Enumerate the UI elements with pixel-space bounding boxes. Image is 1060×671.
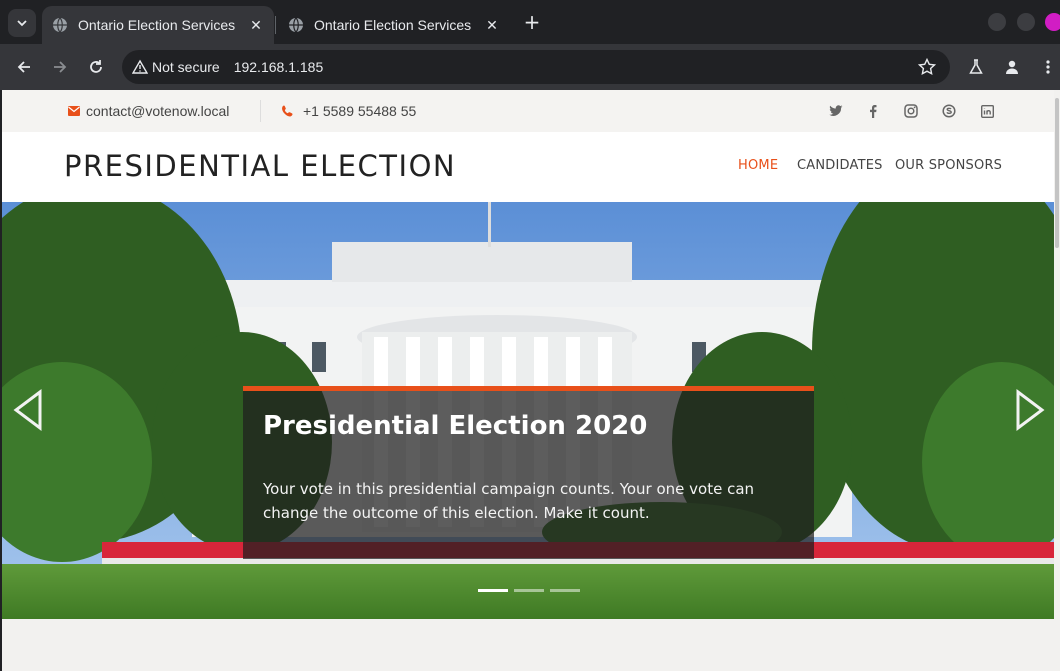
phone-icon <box>282 105 293 117</box>
chevron-down-icon <box>17 20 27 27</box>
envelope-icon <box>68 106 80 116</box>
nav-our-sponsors[interactable]: OUR SPONSORS <box>895 158 1002 173</box>
maximize-button[interactable] <box>1017 13 1035 31</box>
page-scrollbar[interactable] <box>1054 90 1060 671</box>
tab-search-button[interactable] <box>8 9 36 37</box>
more-vertical-icon <box>1046 60 1050 74</box>
carousel-indicator-2[interactable] <box>514 589 544 592</box>
contact-email[interactable]: contact@votenow.local <box>68 103 229 119</box>
url-text[interactable]: 192.168.1.185 <box>234 59 324 75</box>
contact-phone: +1 5589 55488 55 <box>282 103 416 119</box>
web-page: contact@votenow.local +1 5589 55488 55 P… <box>2 90 1054 671</box>
tab-divider <box>275 16 276 34</box>
flask-icon <box>969 59 983 74</box>
reload-button[interactable] <box>85 56 107 78</box>
twitter-icon[interactable] <box>828 103 844 119</box>
nav-candidates[interactable]: CANDIDATES <box>797 158 883 173</box>
instagram-icon[interactable] <box>903 103 919 119</box>
site-brand[interactable]: PRESIDENTIAL ELECTION <box>64 149 456 183</box>
carousel-indicators <box>478 589 580 592</box>
close-icon[interactable]: ✕ <box>248 17 264 33</box>
hero-carousel: Presidential Election 2020 Your vote in … <box>2 202 1054 619</box>
linkedin-icon[interactable] <box>979 103 995 119</box>
close-window-button[interactable] <box>1045 13 1060 31</box>
carousel-indicator-1[interactable] <box>478 589 508 592</box>
nav-home[interactable]: HOME <box>738 158 778 173</box>
reload-icon <box>90 60 102 73</box>
tab-title: Ontario Election Services <box>314 17 472 33</box>
tab-active[interactable]: Ontario Election Services ✕ <box>42 6 274 44</box>
menu-button[interactable] <box>1037 56 1059 78</box>
hero-text: Your vote in this presidential campaign … <box>263 480 755 522</box>
browser-tab-strip: Ontario Election Services ✕ Ontario Elec… <box>0 0 1060 44</box>
bookmark-star-icon[interactable] <box>918 58 936 76</box>
tab-inactive[interactable]: Ontario Election Services ✕ <box>278 6 510 44</box>
arrow-right-icon <box>54 61 67 73</box>
profile-button[interactable] <box>1001 56 1023 78</box>
warning-icon <box>132 59 148 74</box>
tab-title: Ontario Election Services <box>78 17 236 33</box>
email-text[interactable]: contact@votenow.local <box>86 103 229 119</box>
carousel-indicator-3[interactable] <box>550 589 580 592</box>
hero-title: Presidential Election 2020 <box>263 411 648 441</box>
labs-button[interactable] <box>965 56 987 78</box>
back-button[interactable] <box>13 56 35 78</box>
phone-text: +1 5589 55488 55 <box>303 103 417 119</box>
contact-topbar: contact@votenow.local +1 5589 55488 55 <box>2 90 1054 132</box>
person-icon <box>1006 60 1018 74</box>
new-tab-button[interactable]: + <box>521 12 543 34</box>
carousel-next-arrow-icon[interactable] <box>1014 389 1046 431</box>
address-bar[interactable]: Not secure 192.168.1.185 <box>122 50 950 84</box>
forward-button[interactable] <box>49 56 71 78</box>
close-icon[interactable]: ✕ <box>484 17 500 33</box>
arrow-left-icon <box>17 61 30 73</box>
carousel-prev-arrow-icon[interactable] <box>12 389 44 431</box>
site-header: PRESIDENTIAL ELECTION HOME CANDIDATES OU… <box>2 132 1054 202</box>
skype-icon[interactable] <box>941 103 957 119</box>
minimize-button[interactable] <box>988 13 1006 31</box>
facebook-icon[interactable] <box>865 103 881 119</box>
scrollbar-thumb[interactable] <box>1055 98 1059 248</box>
browser-toolbar: Not secure 192.168.1.185 <box>0 44 1060 90</box>
globe-icon <box>289 17 303 33</box>
security-label[interactable]: Not secure <box>152 59 220 75</box>
globe-icon <box>53 17 67 33</box>
topbar-divider <box>260 100 261 122</box>
hero-caption: Presidential Election 2020 Your vote in … <box>243 386 814 559</box>
